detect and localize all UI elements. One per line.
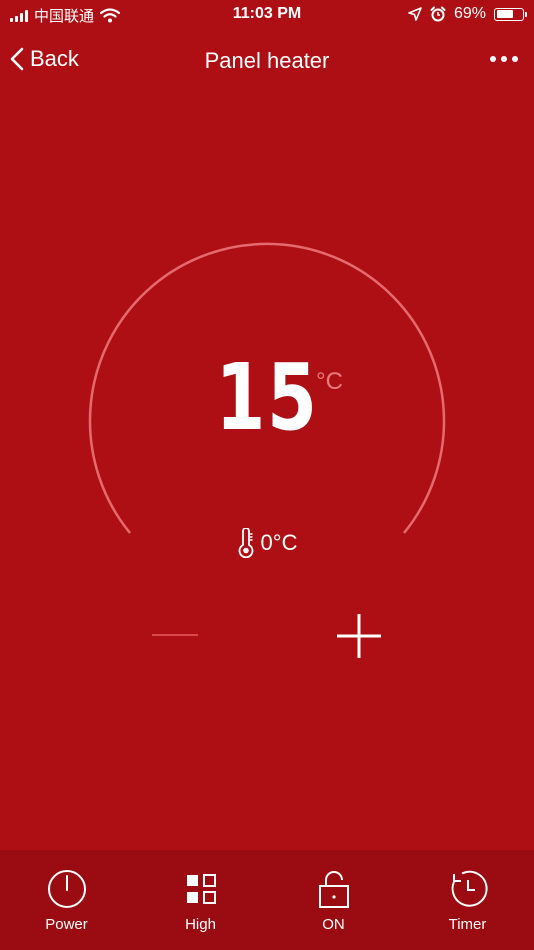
power-button[interactable]: Power (0, 850, 133, 950)
lock-icon (318, 871, 349, 908)
mode-label: High (185, 916, 216, 933)
current-temperature-value: 0°C (260, 530, 298, 555)
decrease-temperature-button[interactable] (150, 612, 200, 660)
temperature-gauge[interactable] (0, 0, 534, 600)
power-icon-wrap (46, 868, 88, 910)
timer-label: Timer (448, 916, 487, 933)
setpoint-value: 15 (215, 344, 319, 451)
lock-icon-wrap (317, 868, 351, 910)
power-label: Power (45, 916, 88, 933)
mode-icon-wrap (184, 868, 218, 910)
bottom-toolbar: Power High ON Timer (0, 850, 534, 950)
plus-icon (337, 614, 381, 658)
setpoint-unit: °C (316, 368, 343, 395)
lock-label: ON (322, 916, 345, 933)
current-temperature: 0°C (0, 528, 534, 558)
mode-icon (186, 874, 216, 904)
timer-button[interactable]: Timer (401, 850, 534, 950)
mode-button[interactable]: High (134, 850, 267, 950)
timer-icon-wrap (447, 868, 489, 910)
lock-button[interactable]: ON (267, 850, 400, 950)
increase-temperature-button[interactable] (333, 610, 385, 662)
thermometer-icon (238, 528, 253, 558)
power-icon (47, 870, 86, 908)
setpoint-display: 15 °C (0, 352, 534, 444)
timer-icon (451, 870, 488, 907)
